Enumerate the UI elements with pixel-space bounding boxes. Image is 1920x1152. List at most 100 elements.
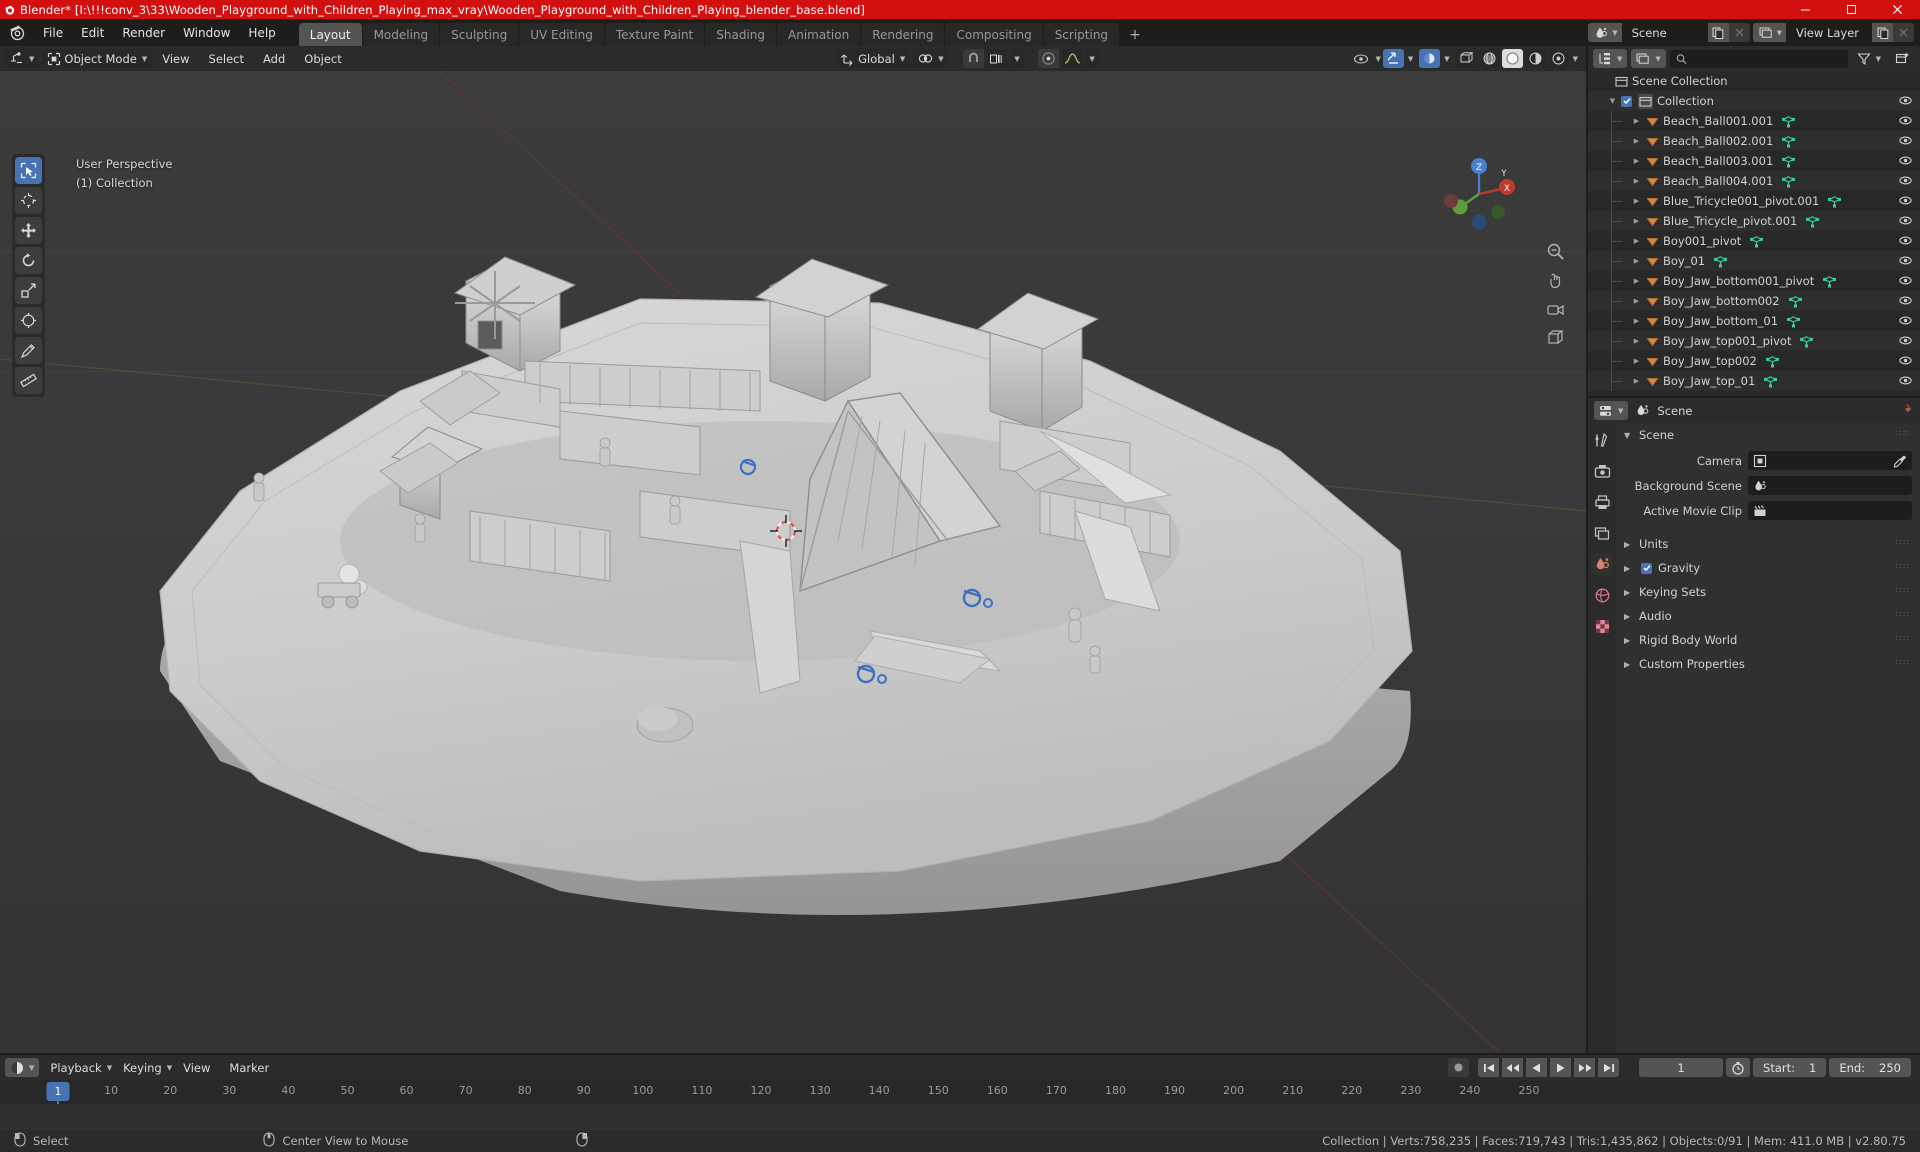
eyedropper-icon[interactable]	[1893, 453, 1907, 472]
hide-in-viewport-icon[interactable]	[1899, 314, 1912, 330]
frame-start-field[interactable]: Start: 1	[1753, 1058, 1827, 1077]
output-properties-tab[interactable]	[1591, 491, 1613, 513]
close-button[interactable]	[1874, 0, 1920, 19]
outliner-row-object[interactable]: ▶ Blue_Tricycle_pivot.001	[1588, 211, 1920, 231]
hide-in-viewport-icon[interactable]	[1899, 274, 1912, 290]
annotate-tool[interactable]	[15, 337, 42, 364]
show-gizmo-icon[interactable]	[1350, 49, 1371, 68]
expand-triangle-icon[interactable]: ▶	[1630, 177, 1643, 185]
outliner-row-object[interactable]: ▶ Boy_Jaw_bottom_01	[1588, 311, 1920, 331]
mesh-data-icon[interactable]	[1714, 255, 1728, 268]
expand-triangle-icon[interactable]: ▶	[1630, 317, 1643, 325]
outliner-row-object[interactable]: ▶ Boy_01	[1588, 251, 1920, 271]
outliner-tree[interactable]: ▶ Scene Collection ▼ Collection ▶ Beach_B…	[1588, 71, 1920, 396]
timeline-playhead[interactable]: 1	[46, 1082, 70, 1101]
expand-triangle-icon[interactable]: ▼	[1606, 97, 1619, 105]
cursor-tool[interactable]	[15, 187, 42, 214]
expand-triangle-icon[interactable]: ▶	[1630, 157, 1643, 165]
new-scene-button[interactable]	[1707, 23, 1729, 42]
hide-in-viewport-icon[interactable]	[1899, 234, 1912, 250]
move-view-icon[interactable]	[1545, 270, 1566, 291]
expand-triangle-icon[interactable]: ▶	[1630, 297, 1643, 305]
move-tool[interactable]	[15, 217, 42, 244]
render-properties-tab[interactable]	[1591, 460, 1613, 482]
tab-shading[interactable]: Shading	[705, 23, 776, 46]
hide-in-viewport-icon[interactable]	[1899, 334, 1912, 350]
outliner-display-mode-icon[interactable]: ▼	[1593, 49, 1628, 68]
properties-panel-header[interactable]: ▶ Gravity::::	[1616, 556, 1920, 580]
properties-panel-header[interactable]: ▶ Keying Sets::::	[1616, 580, 1920, 604]
panel-checkbox[interactable]	[1641, 562, 1652, 574]
timeline-editor-icon[interactable]: ▼	[5, 1058, 40, 1077]
world-properties-tab[interactable]	[1591, 584, 1613, 606]
current-frame-field[interactable]: 1	[1639, 1058, 1724, 1077]
mesh-data-icon[interactable]	[1782, 175, 1796, 188]
properties-panel-header[interactable]: ▶ Audio::::	[1616, 604, 1920, 628]
mesh-data-icon[interactable]	[1787, 315, 1800, 328]
expand-triangle-icon[interactable]: ▶	[1630, 237, 1643, 245]
new-collection-icon[interactable]	[1890, 49, 1915, 68]
mesh-data-icon[interactable]	[1765, 355, 1779, 368]
tool-properties-tab[interactable]	[1591, 429, 1613, 451]
filter-icon[interactable]: ▼	[1852, 49, 1886, 68]
expand-triangle-icon[interactable]: ▶	[1630, 117, 1643, 125]
wireframe-shading-icon[interactable]	[1455, 49, 1477, 68]
outliner-row-object[interactable]: ▶ Blue_Tricycle001_pivot.001	[1588, 191, 1920, 211]
outliner-row-object[interactable]: ▶ Boy_Jaw_top001_pivot	[1588, 331, 1920, 351]
play-reverse-icon[interactable]	[1526, 1058, 1548, 1077]
hide-in-viewport-icon[interactable]	[1899, 114, 1912, 130]
solid-shading-icon[interactable]	[1478, 49, 1500, 68]
stopwatch-icon[interactable]	[1726, 1058, 1751, 1077]
hide-in-viewport-icon[interactable]	[1899, 154, 1912, 170]
outliner-row-collection[interactable]: ▼ Collection	[1588, 91, 1920, 111]
mesh-data-icon[interactable]	[1764, 375, 1778, 388]
navigation-gizmo[interactable]: Z X Y	[1440, 155, 1518, 233]
viewport-canvas[interactable]: User Perspective (1) Collection Z X Y	[0, 71, 1586, 1053]
mesh-data-icon[interactable]	[1806, 215, 1820, 228]
mesh-data-icon[interactable]	[1828, 195, 1842, 208]
outliner-row-object[interactable]: ▶ Boy_Jaw_bottom001_pivot	[1588, 271, 1920, 291]
expand-triangle-icon[interactable]: ▶	[1630, 377, 1643, 385]
blender-logo-icon[interactable]	[0, 19, 34, 46]
menu-render[interactable]: Render	[113, 19, 174, 46]
jump-start-icon[interactable]	[1478, 1058, 1500, 1077]
editor-type-icon[interactable]: ▼	[4, 49, 40, 68]
mesh-data-icon[interactable]	[1782, 155, 1796, 168]
frame-end-field[interactable]: End: 250	[1829, 1058, 1911, 1077]
properties-editor-type-icon[interactable]: ▼	[1594, 401, 1629, 420]
hide-in-viewport-icon[interactable]	[1899, 194, 1912, 210]
expand-triangle-icon[interactable]: ▶	[1630, 137, 1643, 145]
timeline-channels[interactable]	[0, 1104, 1920, 1130]
hide-in-viewport-icon[interactable]	[1899, 214, 1912, 230]
material-shading-icon[interactable]	[1501, 49, 1523, 68]
add-workspace-button[interactable]: +	[1120, 23, 1150, 46]
menu-help[interactable]: Help	[239, 19, 284, 46]
viewport-menu-view[interactable]: View	[154, 49, 197, 68]
snap-dropdown-chevron-icon[interactable]: ▼	[1010, 49, 1024, 68]
viewport-menu-select[interactable]: Select	[201, 49, 252, 68]
tab-animation[interactable]: Animation	[777, 23, 861, 46]
viewport-menu-add[interactable]: Add	[255, 49, 293, 68]
expand-triangle-icon[interactable]: ▶	[1630, 197, 1643, 205]
show-overlays-icon[interactable]	[1382, 49, 1404, 68]
outliner-search-input[interactable]	[1669, 49, 1848, 68]
timeline-menu-view[interactable]: View	[175, 1058, 218, 1077]
play-icon[interactable]	[1550, 1058, 1572, 1077]
texture-properties-tab[interactable]	[1591, 615, 1613, 637]
outliner-search-field[interactable]	[1690, 52, 1842, 65]
falloff-dropdown-chevron-icon[interactable]: ▼	[1085, 49, 1099, 68]
outliner-row-object[interactable]: ▶ Beach_Ball001.001	[1588, 111, 1920, 131]
snap-magnet-icon[interactable]	[962, 49, 984, 68]
hide-in-viewport-icon[interactable]	[1899, 134, 1912, 150]
expand-triangle-icon[interactable]: ▶	[1630, 277, 1643, 285]
tab-modeling[interactable]: Modeling	[362, 23, 440, 46]
proportional-editing-icon[interactable]	[1037, 49, 1059, 68]
xray-toggle-icon[interactable]	[1419, 49, 1441, 68]
properties-panel-header[interactable]: ▶ Custom Properties::::	[1616, 652, 1920, 676]
scene-selector[interactable]: ▼ Scene	[1588, 23, 1750, 42]
outliner-row-object[interactable]: ▶ Beach_Ball002.001	[1588, 131, 1920, 151]
timeline-menu-playback[interactable]: Playback	[42, 1058, 109, 1077]
delete-view-layer-button[interactable]	[1893, 23, 1914, 42]
expand-triangle-icon[interactable]: ▶	[1630, 257, 1643, 265]
camera-field[interactable]	[1748, 451, 1912, 470]
